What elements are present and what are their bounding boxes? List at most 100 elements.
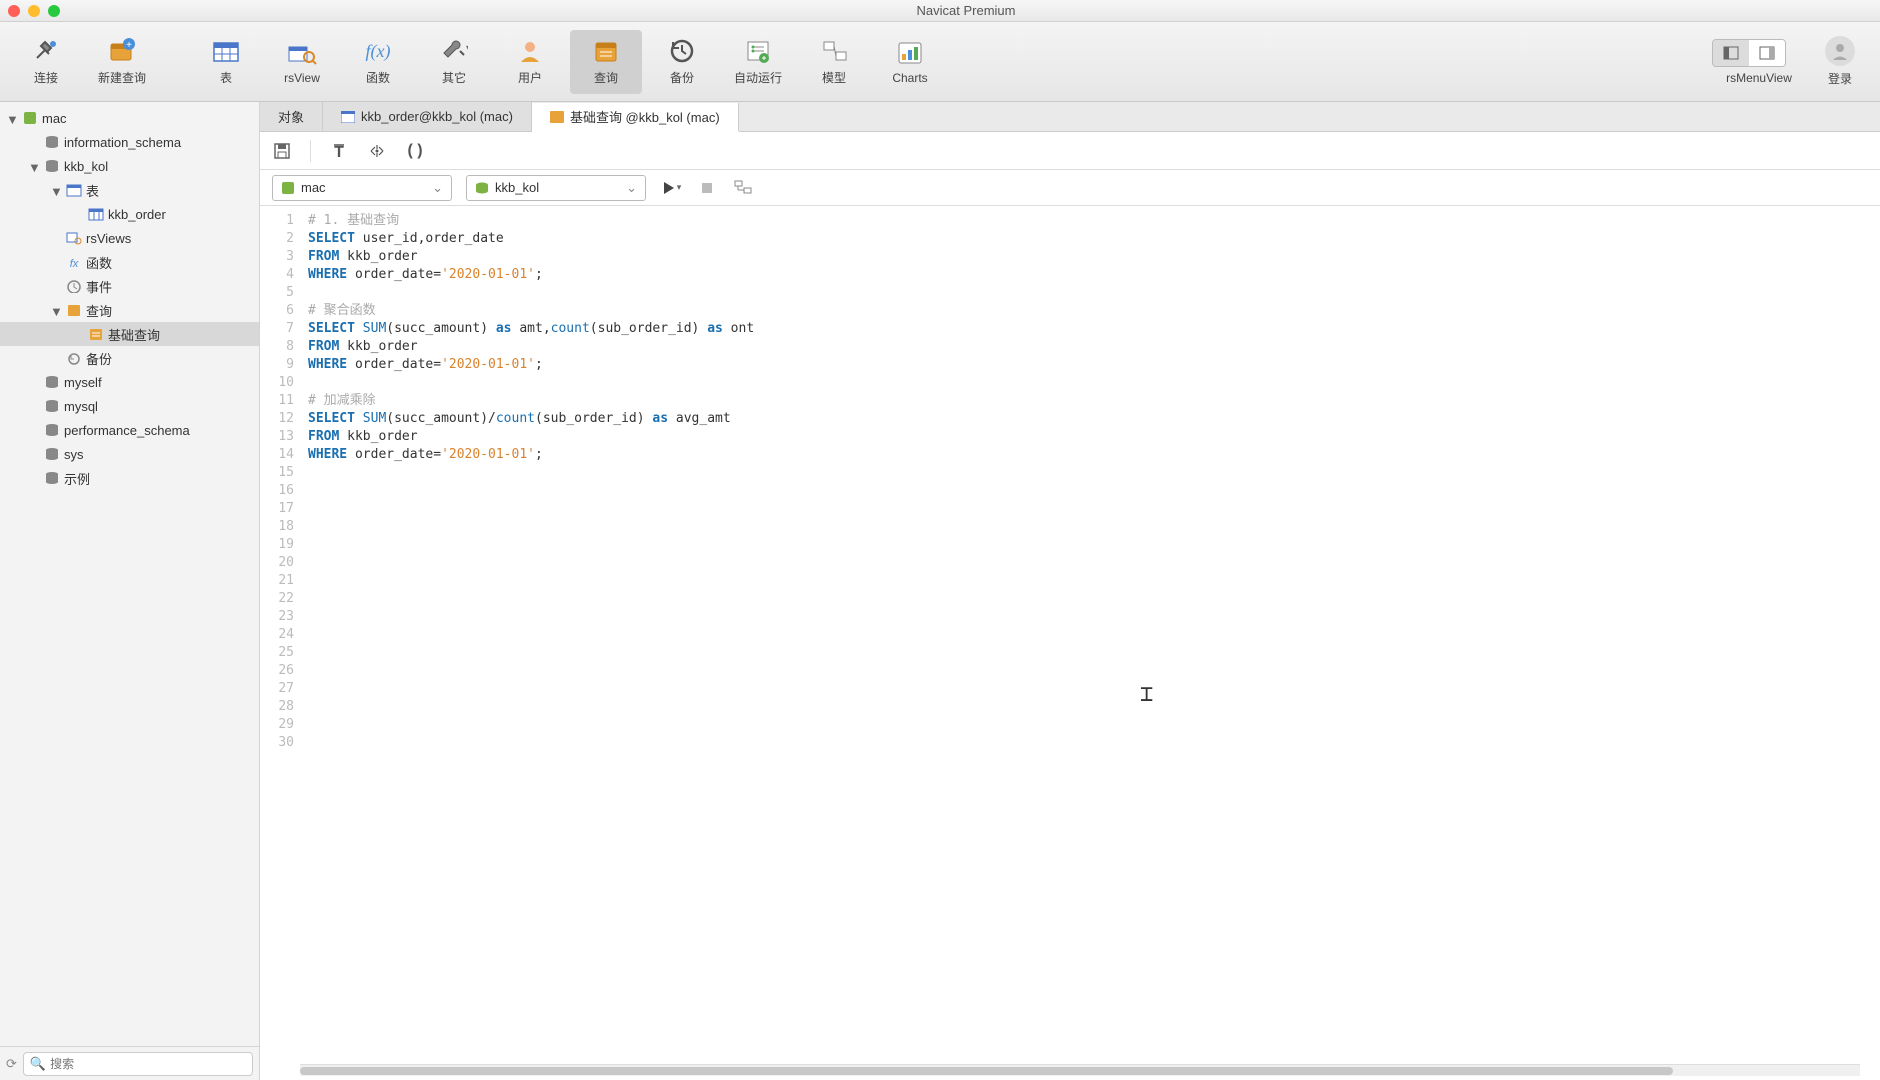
tree-item-performance_schema[interactable]: performance_schema <box>0 418 259 442</box>
tree-label: kkb_kol <box>64 159 108 174</box>
tree-item-mysql[interactable]: mysql <box>0 394 259 418</box>
disclosure-icon[interactable] <box>28 472 40 484</box>
app-title: Navicat Premium <box>60 3 1872 18</box>
new-query-icon: + <box>106 37 138 65</box>
table-button[interactable]: 表 <box>190 30 262 94</box>
sidebar-bottom: ⟳ 🔍 <box>0 1046 259 1080</box>
tree-item-函数[interactable]: fx 函数 <box>0 250 259 274</box>
connection-tree[interactable]: ▼macinformation_schema▼kkb_kol▼表kkb_orde… <box>0 102 259 1046</box>
svg-text:fx: fx <box>70 258 79 269</box>
tree-label: 示例 <box>64 469 90 488</box>
search-input[interactable] <box>50 1057 246 1071</box>
right-panel-toggle[interactable] <box>1749 40 1785 66</box>
new-query-button[interactable]: + 新建查询 <box>86 30 158 94</box>
rsview-label: rsView <box>284 71 320 85</box>
tree-item-示例[interactable]: 示例 <box>0 466 259 490</box>
connect-button[interactable]: 连接 <box>10 30 82 94</box>
tab-kkb_order@kkb_kol (mac)[interactable]: kkb_order@kkb_kol (mac) <box>323 102 532 131</box>
sync-icon[interactable]: ⟳ <box>6 1056 17 1072</box>
rsview-button[interactable]: rsView <box>266 30 338 94</box>
rsmenuview-label: rsMenuView <box>1726 71 1792 85</box>
horizontal-scrollbar[interactable] <box>300 1064 1860 1076</box>
query-button[interactable]: 查询 <box>570 30 642 94</box>
function-button[interactable]: f(x) 函数 <box>342 30 414 94</box>
disclosure-icon[interactable] <box>28 424 40 436</box>
user-icon <box>514 37 546 65</box>
tree-label: 查询 <box>86 301 112 320</box>
user-button[interactable]: 用户 <box>494 30 566 94</box>
run-icon[interactable]: ▾ <box>660 177 682 199</box>
left-panel-toggle[interactable] <box>1713 40 1749 66</box>
disclosure-icon[interactable]: ▼ <box>28 160 40 172</box>
other-button[interactable]: ▾ 其它 <box>418 30 490 94</box>
db-icon <box>44 422 60 438</box>
search-box[interactable]: 🔍 <box>23 1052 253 1076</box>
disclosure-icon[interactable] <box>50 232 62 244</box>
scrollbar-thumb[interactable] <box>300 1067 1673 1075</box>
beautify-icon[interactable] <box>367 141 387 161</box>
connection-sel: mac <box>301 180 326 195</box>
brackets-icon[interactable]: ( ) <box>405 141 425 161</box>
autorun-button[interactable]: 自动运行 <box>722 30 794 94</box>
disclosure-icon[interactable] <box>50 256 62 268</box>
code-area[interactable]: # 1. 基础查询SELECT user_id,order_dateFROM k… <box>302 206 1880 1064</box>
disclosure-icon[interactable] <box>50 352 62 364</box>
tree-label: kkb_order <box>108 207 166 222</box>
tree-item-事件[interactable]: 事件 <box>0 274 259 298</box>
disclosure-icon[interactable] <box>28 136 40 148</box>
disclosure-icon[interactable] <box>28 400 40 412</box>
charts-button[interactable]: Charts <box>874 30 946 94</box>
zoom-window[interactable] <box>48 5 60 17</box>
disclosure-icon[interactable]: ▼ <box>50 304 62 316</box>
model-button[interactable]: 模型 <box>798 30 870 94</box>
tree-item-rsViews[interactable]: rsViews <box>0 226 259 250</box>
tree-label: information_schema <box>64 135 181 150</box>
titlebar: Navicat Premium <box>0 0 1880 22</box>
disclosure-icon[interactable]: ▼ <box>6 112 18 124</box>
explain-icon[interactable] <box>732 177 754 199</box>
stop-icon[interactable] <box>696 177 718 199</box>
tree-label: 函数 <box>86 253 112 272</box>
panel-toggle[interactable] <box>1712 39 1786 67</box>
database-dropdown[interactable]: kkb_kol ⌄ <box>466 175 646 201</box>
disclosure-icon[interactable] <box>72 208 84 220</box>
disclosure-icon[interactable] <box>28 448 40 460</box>
disclosure-icon[interactable]: ▼ <box>50 184 62 196</box>
connection-icon <box>281 181 295 195</box>
tree-item-myself[interactable]: myself <box>0 370 259 394</box>
save-icon[interactable] <box>272 141 292 161</box>
folder-query-icon <box>66 303 82 317</box>
tree-item-information_schema[interactable]: information_schema <box>0 130 259 154</box>
tree-item-查询[interactable]: ▼ 查询 <box>0 298 259 322</box>
folder-event-icon <box>66 279 82 293</box>
tree-item-mac[interactable]: ▼mac <box>0 106 259 130</box>
tree-item-kkb_order[interactable]: kkb_order <box>0 202 259 226</box>
tree-item-基础查询[interactable]: 基础查询 <box>0 322 259 346</box>
close-window[interactable] <box>8 5 20 17</box>
format-icon[interactable]: T <box>329 141 349 161</box>
tab-icon <box>550 111 564 123</box>
db-icon <box>44 134 60 150</box>
login-button[interactable]: 登录 <box>1810 36 1870 87</box>
tree-item-sys[interactable]: sys <box>0 442 259 466</box>
backup-button[interactable]: 备份 <box>646 30 718 94</box>
tree-item-备份[interactable]: 备份 <box>0 346 259 370</box>
tree-item-kkb_kol[interactable]: ▼ kkb_kol <box>0 154 259 178</box>
editor-tabs: 对象kkb_order@kkb_kol (mac) 基础查询 @kkb_kol (… <box>260 102 1880 132</box>
folder-fx-icon: fx <box>66 255 82 269</box>
function-icon: f(x) <box>362 37 394 65</box>
tab-基础查询 @kkb_kol (mac)[interactable]: 基础查询 @kkb_kol (mac) <box>532 103 739 132</box>
connection-dropdown[interactable]: mac ⌄ <box>272 175 452 201</box>
db-icon <box>44 374 60 390</box>
tab-label: 基础查询 @kkb_kol (mac) <box>570 107 720 126</box>
autorun-label: 自动运行 <box>734 69 782 86</box>
sql-editor[interactable]: 1234567891011121314151617181920212223242… <box>260 206 1880 1064</box>
backup-icon <box>666 37 698 65</box>
tree-item-表[interactable]: ▼表 <box>0 178 259 202</box>
tab-对象[interactable]: 对象 <box>260 102 323 131</box>
disclosure-icon[interactable] <box>28 376 40 388</box>
minimize-window[interactable] <box>28 5 40 17</box>
chevron-down-icon: ⌄ <box>626 180 637 196</box>
disclosure-icon[interactable] <box>72 328 84 340</box>
disclosure-icon[interactable] <box>50 280 62 292</box>
